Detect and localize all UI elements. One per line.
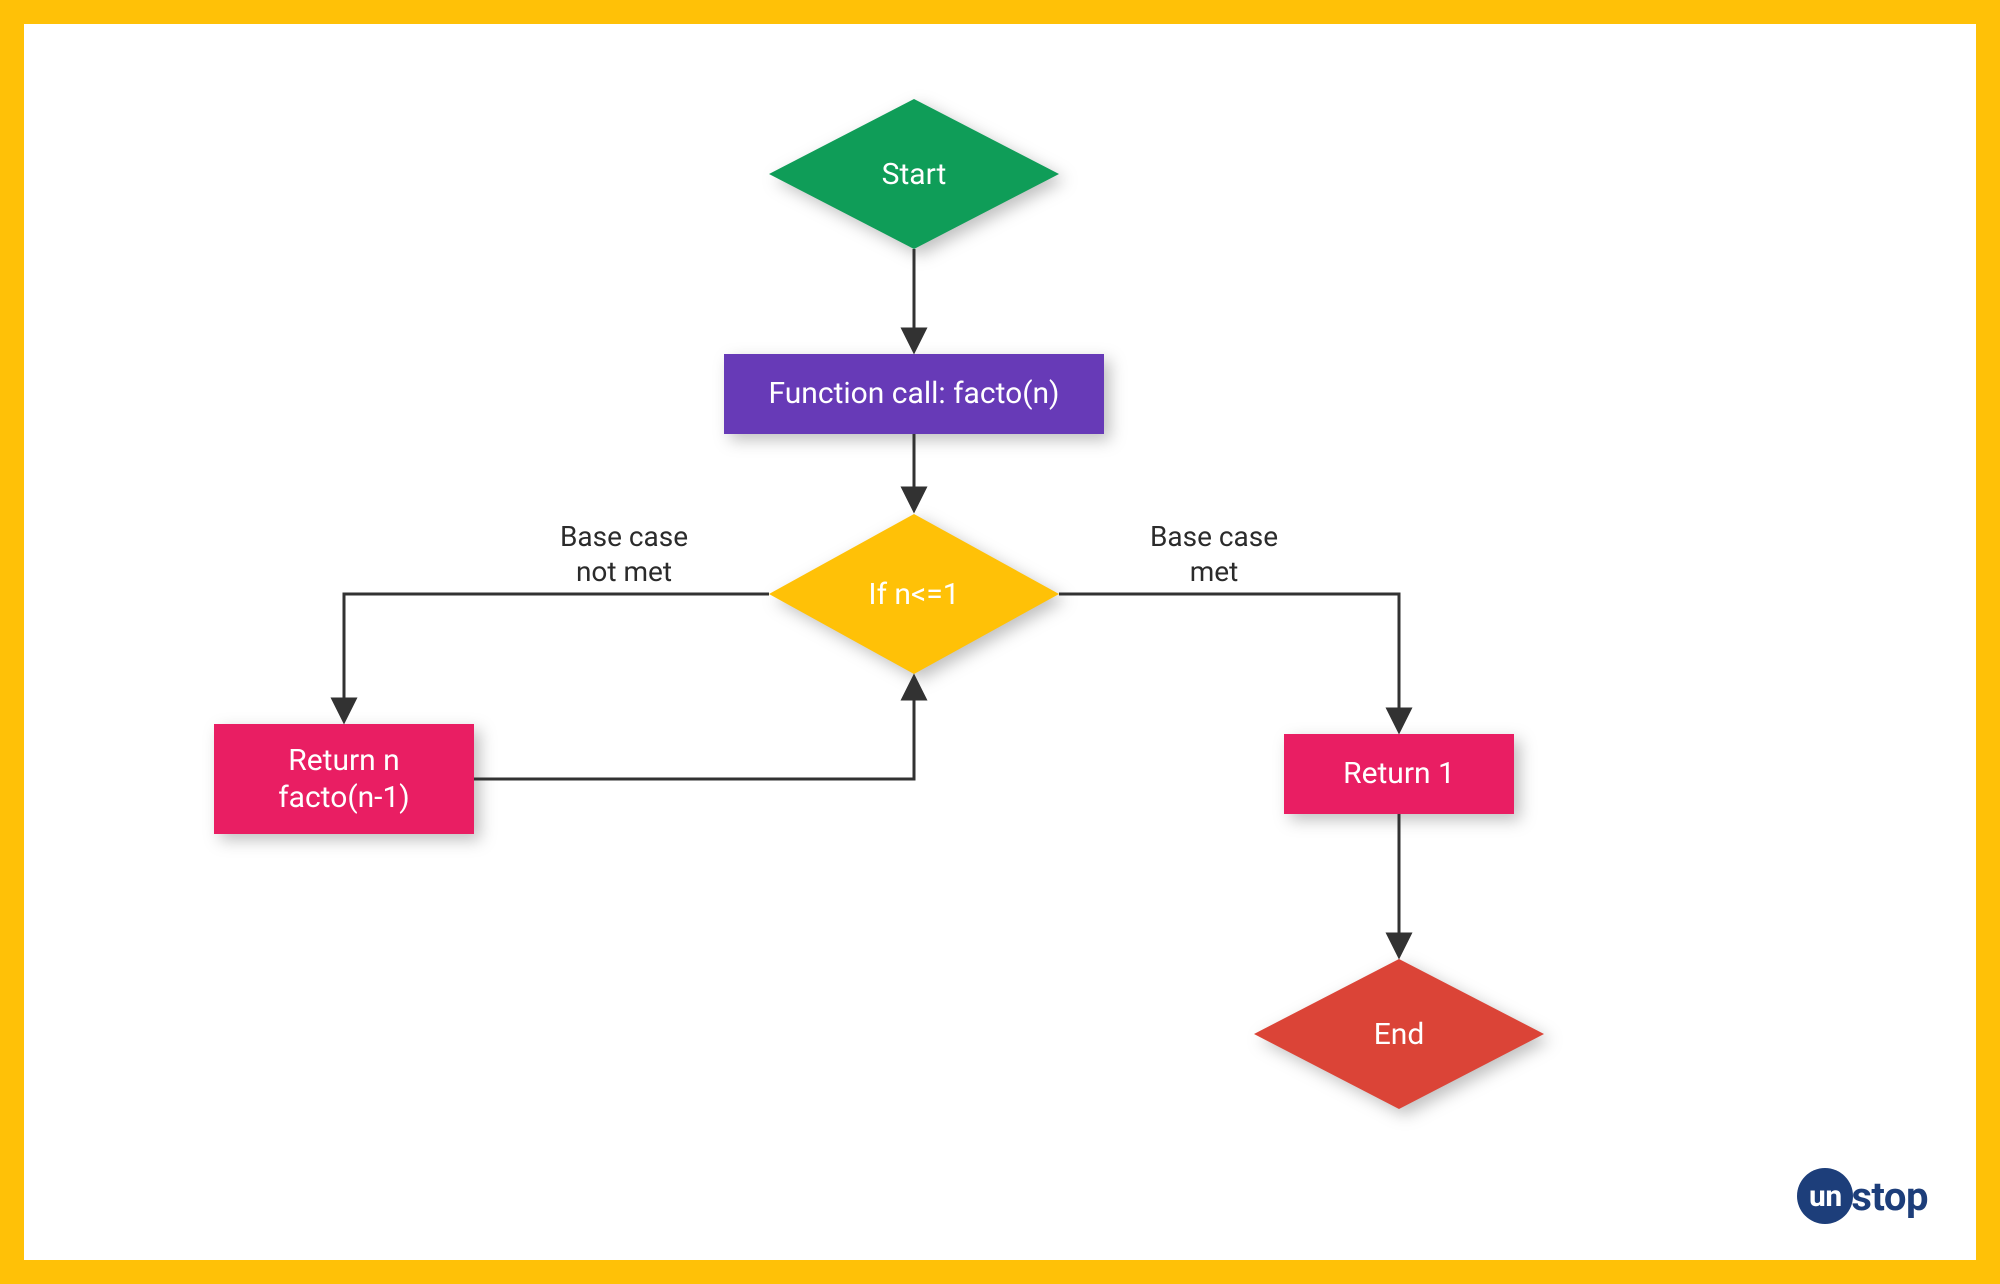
start-node: Start	[769, 99, 1059, 249]
return-one-node: Return 1	[1284, 734, 1514, 814]
function-call-label: Function call: facto(n)	[769, 375, 1060, 413]
brand-logo-stop: stop	[1851, 1173, 1928, 1220]
diagram-frame: Start Function call: facto(n) If n<=1 Re…	[0, 0, 2000, 1284]
edge-label-not-met: Base case not met	[524, 519, 724, 589]
return-recursive-node: Return n facto(n-1)	[214, 724, 474, 834]
edge-label-met: Base case met	[1114, 519, 1314, 589]
return-one-label: Return 1	[1343, 755, 1455, 793]
return-recursive-label: Return n facto(n-1)	[278, 742, 410, 817]
end-node: End	[1254, 959, 1544, 1109]
brand-logo-un: un	[1809, 1179, 1842, 1214]
function-call-node: Function call: facto(n)	[724, 354, 1104, 434]
brand-logo: un stop	[1797, 1168, 1928, 1224]
decision-node: If n<=1	[769, 514, 1059, 674]
brand-logo-disc: un	[1797, 1168, 1853, 1224]
